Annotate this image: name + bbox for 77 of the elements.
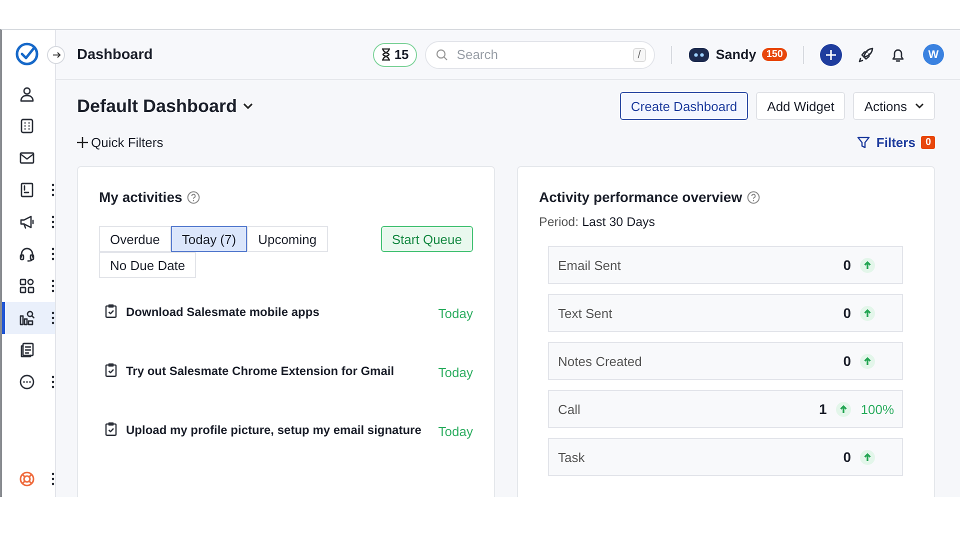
metric-label: Text Sent [558, 306, 614, 320]
plus-icon [77, 136, 88, 148]
shortcut-key: / [632, 48, 646, 62]
more-options-icon[interactable] [51, 472, 55, 486]
count-badge: 150 [762, 48, 787, 61]
assistant-name[interactable]: Sandy [716, 47, 756, 62]
search-field[interactable]: Search / [424, 40, 655, 68]
change-percent: 100% [860, 402, 894, 416]
filter-tab[interactable]: No Due Date [99, 252, 196, 278]
period-text: Period: Last 30 Days [539, 215, 656, 229]
megaphone-icon[interactable] [19, 214, 35, 230]
metric-value: 0 [842, 257, 851, 273]
metric-value: 0 [842, 353, 851, 369]
hourglass-icon [381, 48, 392, 61]
quick-filters-button[interactable]: Quick Filters [77, 128, 164, 156]
user-avatar[interactable]: W [923, 44, 944, 65]
robot-icon [688, 46, 710, 62]
trial-days-badge[interactable]: 15 [373, 42, 417, 66]
filter-icon [857, 136, 870, 148]
due-date: Today [438, 305, 473, 321]
document-icon[interactable] [19, 342, 35, 358]
clipboard-check-icon [105, 422, 117, 436]
sidebar-item[interactable] [2, 302, 55, 334]
filter-count-badge: 0 [921, 136, 935, 148]
add-widget-button[interactable]: Add Widget [756, 92, 846, 120]
more-options-icon[interactable] [51, 215, 55, 229]
plus-icon [826, 50, 836, 60]
logo-check-icon[interactable] [15, 42, 39, 66]
add-button[interactable] [820, 44, 842, 66]
arrow-right-icon [52, 50, 60, 58]
create-dashboard-button[interactable]: Create Dashboard [620, 92, 748, 120]
more-options-icon[interactable] [51, 279, 55, 293]
dashboard-title: Default Dashboard [77, 96, 238, 116]
metric-value: 0 [842, 449, 851, 465]
lifebuoy-icon[interactable] [19, 471, 35, 487]
metric-label: Notes Created [558, 354, 643, 368]
metric-value: 1 [818, 401, 827, 417]
search-icon [436, 48, 448, 60]
more-icon[interactable] [19, 374, 35, 390]
help-icon[interactable] [187, 190, 200, 204]
building-icon[interactable] [19, 118, 35, 134]
chevron-down-icon[interactable] [243, 103, 254, 109]
filter-tab[interactable]: Today (7) [170, 226, 248, 252]
metric-label: Call [558, 402, 582, 416]
card-title: Activity performance overview [539, 189, 742, 205]
page-title: Dashboard [77, 46, 153, 62]
search-input[interactable]: Search [454, 46, 626, 63]
rocket-icon[interactable] [858, 46, 874, 62]
apps-icon[interactable] [19, 278, 35, 294]
metric-label: Task [558, 450, 586, 464]
activity-title[interactable]: Download Salesmate mobile apps [126, 304, 430, 320]
more-options-icon[interactable] [51, 375, 55, 389]
contact-card-icon[interactable] [19, 182, 35, 198]
due-date: Today [438, 364, 473, 380]
start-queue-button[interactable]: Start Queue [380, 226, 473, 252]
actions-dropdown[interactable]: Actions [853, 92, 935, 120]
more-options-icon[interactable] [51, 183, 55, 197]
bell-icon[interactable] [890, 46, 906, 62]
card-title: My activities [99, 189, 182, 205]
metric-value: 0 [842, 305, 851, 321]
metric-label: Email Sent [558, 258, 622, 272]
activity-title[interactable]: Upload my profile picture, setup my email signature [126, 422, 430, 438]
filters-button[interactable]: Filters 0 [857, 128, 935, 156]
person-icon[interactable] [19, 86, 35, 102]
more-options-icon[interactable] [51, 247, 55, 261]
mail-icon[interactable] [19, 150, 35, 166]
help-icon[interactable] [747, 190, 760, 204]
clipboard-check-icon [105, 304, 117, 318]
filter-tab[interactable]: Overdue [99, 226, 171, 252]
headset-icon[interactable] [19, 246, 35, 262]
filter-tab[interactable]: Upcoming [247, 226, 328, 252]
activity-title[interactable]: Try out Salesmate Chrome Extension for Gmail [126, 363, 430, 379]
clipboard-check-icon [105, 363, 117, 377]
chevron-down-icon [915, 103, 924, 109]
more-options-icon[interactable] [51, 311, 55, 325]
report-search-icon[interactable] [19, 310, 35, 326]
due-date: Today [438, 423, 473, 439]
